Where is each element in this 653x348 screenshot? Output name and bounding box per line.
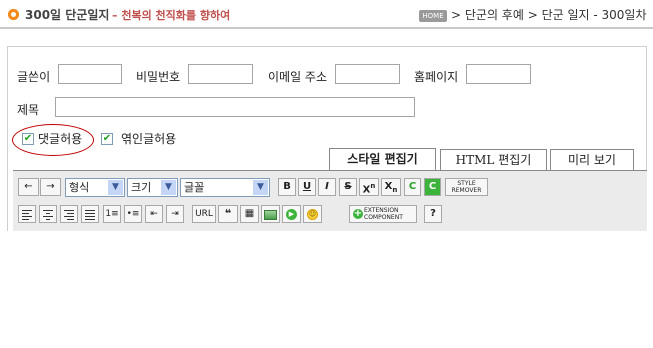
extension-component-label: EXTENSION COMPONENT (364, 207, 403, 221)
logo-icon (8, 9, 19, 20)
allow-comments-label: 댓글허용 (38, 132, 83, 146)
subject-input[interactable] (55, 97, 415, 117)
format-select[interactable]: 형식 ▼ (65, 178, 125, 197)
align-right-icon[interactable] (60, 205, 78, 223)
table-icon[interactable]: ▦ (240, 205, 259, 223)
font-select-value: 글꼴 (184, 181, 205, 194)
author-input[interactable] (58, 64, 122, 84)
quote-button[interactable]: ❝ (218, 205, 238, 223)
text-color-button[interactable]: C (404, 178, 421, 196)
tab-html-editor[interactable]: HTML 편집기 (440, 149, 547, 170)
extension-component-button[interactable]: + EXTENSION COMPONENT (349, 205, 417, 223)
subject-label: 제목 (17, 103, 40, 117)
header-divider (0, 27, 653, 29)
media-icon[interactable]: ▶ (282, 205, 301, 223)
underline-button[interactable]: U (298, 178, 316, 196)
breadcrumb[interactable]: > 단군의 후예 > 단군 일지 - 300일차 (451, 6, 647, 23)
font-select[interactable]: 글꼴 ▼ (180, 178, 270, 197)
background-color-button[interactable]: C (424, 178, 441, 196)
allow-trackback-label: 엮인글허용 (121, 132, 177, 146)
email-input[interactable] (335, 64, 400, 84)
image-icon-glyph (264, 210, 277, 220)
indent-icon[interactable]: ⇥ (166, 205, 184, 223)
unordered-list-icon[interactable]: •≡ (124, 205, 142, 223)
password-input[interactable] (188, 64, 253, 84)
allow-comments-checkbox[interactable]: ✔ (22, 133, 34, 145)
chevron-down-icon: ▼ (108, 180, 123, 195)
form-border-top (7, 46, 647, 47)
password-label: 비밀번호 (136, 70, 181, 84)
homepage-label: 홈페이지 (414, 70, 459, 84)
chevron-down-icon: ▼ (161, 180, 176, 195)
url-button[interactable]: URL (192, 205, 216, 223)
allow-trackback-checkbox[interactable]: ✔ (101, 133, 113, 145)
chevron-down-icon: ▼ (253, 180, 268, 195)
size-select[interactable]: 크기 ▼ (127, 178, 178, 197)
homepage-input[interactable] (466, 64, 531, 84)
tab-preview[interactable]: 미리 보기 (550, 149, 634, 170)
italic-button[interactable]: I (318, 178, 336, 196)
align-justify-icon[interactable] (81, 205, 99, 223)
align-center-icon[interactable] (39, 205, 57, 223)
bold-button[interactable]: B (278, 178, 296, 196)
align-left-icon[interactable] (18, 205, 36, 223)
email-label: 이메일 주소 (268, 70, 328, 84)
ordered-list-icon[interactable]: 1≡ (103, 205, 121, 223)
style-remover-button[interactable]: STYLE REMOVER (445, 178, 488, 196)
size-select-value: 크기 (131, 181, 152, 194)
tab-style-editor[interactable]: 스타일 편집기 (329, 148, 436, 170)
subscript-button[interactable]: Xn (381, 178, 401, 196)
image-icon[interactable] (261, 205, 280, 223)
strikethrough-button[interactable]: S (339, 178, 357, 196)
page-title: 300일 단군일지 (25, 8, 110, 22)
home-badge[interactable]: HOME (419, 10, 447, 22)
author-label: 글쓴이 (17, 70, 51, 84)
redo-button[interactable]: → (40, 178, 61, 196)
help-button[interactable]: ? (424, 205, 442, 223)
page-subtitle: – 천복의 천직화를 향하여 (112, 9, 231, 22)
smiley-icon: ☺ (307, 209, 318, 220)
play-icon: ▶ (286, 209, 297, 220)
plus-icon: + (353, 208, 363, 219)
format-select-value: 형식 (69, 181, 90, 194)
outdent-icon[interactable]: ⇤ (145, 205, 163, 223)
editor-content-area[interactable] (7, 231, 647, 348)
undo-button[interactable]: ← (18, 178, 39, 196)
subscript-icon: n (392, 186, 398, 194)
superscript-icon: n (370, 182, 376, 190)
emoticon-icon[interactable]: ☺ (303, 205, 322, 223)
superscript-button[interactable]: Xn (359, 178, 379, 196)
